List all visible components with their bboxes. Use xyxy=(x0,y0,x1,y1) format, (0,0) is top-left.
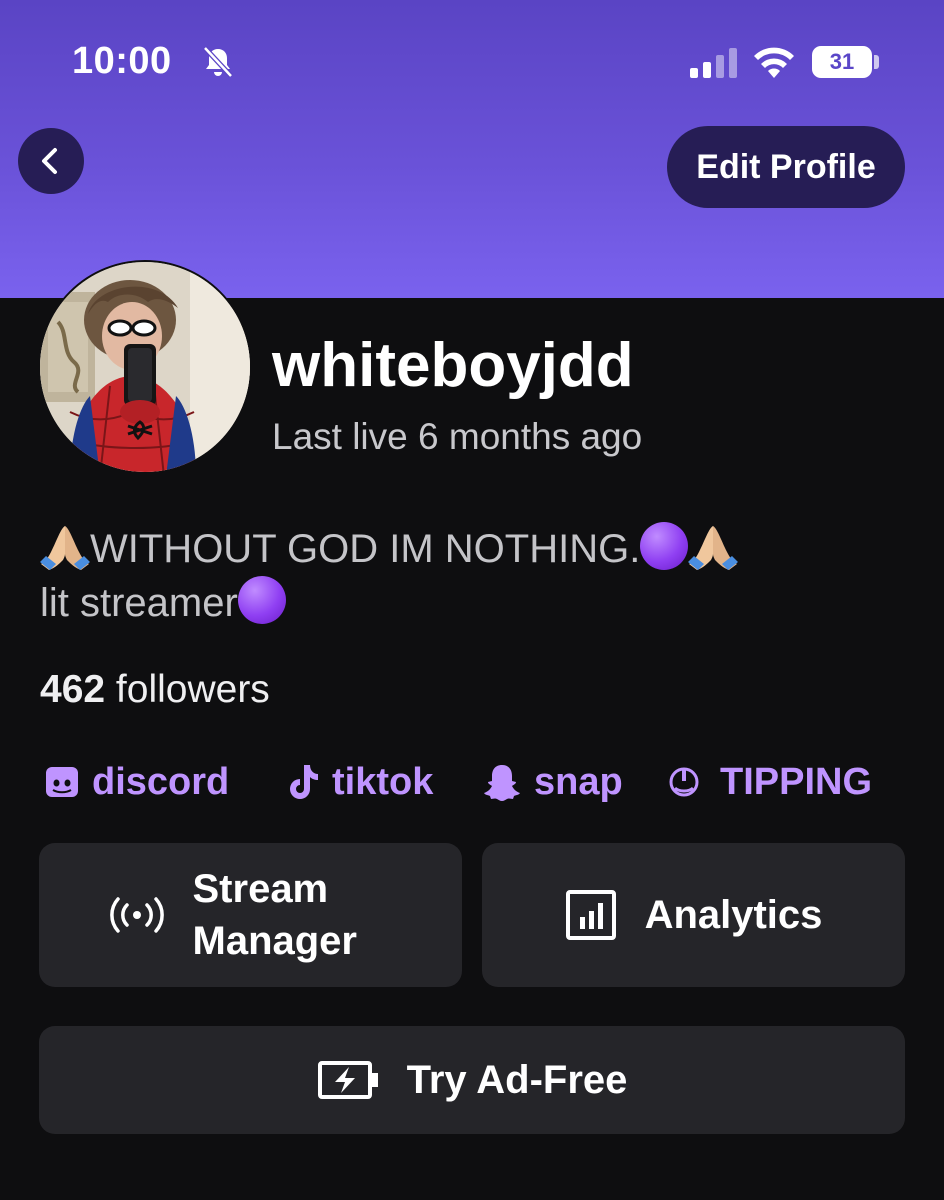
analytics-button[interactable]: Analytics xyxy=(482,843,905,987)
status-bar: 10:00 31 xyxy=(0,0,944,120)
tipping-label: TIPPING xyxy=(720,760,873,803)
followers-number: 462 xyxy=(40,668,106,711)
snapchat-icon xyxy=(484,765,520,801)
bio-line-2: lit streamer xyxy=(40,576,738,630)
cellular-signal-icon xyxy=(690,48,737,78)
followers-label: followers xyxy=(115,668,270,711)
tipping-icon xyxy=(669,767,699,797)
status-time: 10:00 xyxy=(72,40,172,82)
username: whiteboyjdd xyxy=(272,331,634,400)
avatar-photo xyxy=(40,262,250,472)
battery-icon: 31 xyxy=(812,46,872,78)
tiktok-link[interactable]: tiktok xyxy=(286,755,433,809)
tipping-link[interactable]: TIPPING xyxy=(666,755,872,809)
discord-label: discord xyxy=(92,760,230,803)
purple-circle-emoji-icon xyxy=(237,576,286,624)
folded-hands-emoji-icon xyxy=(40,526,90,570)
folded-hands-emoji-icon xyxy=(688,526,739,570)
analytics-chart-icon xyxy=(565,890,616,940)
last-live-text: Last live 6 months ago xyxy=(272,416,643,457)
stream-manager-label-line-2: Manager xyxy=(192,919,358,963)
try-ad-free-button[interactable]: Try Ad-Free xyxy=(39,1026,905,1134)
avatar[interactable] xyxy=(38,260,252,474)
try-ad-free-label: Try Ad-Free xyxy=(406,1057,628,1102)
edit-profile-button[interactable]: Edit Profile xyxy=(667,126,905,208)
discord-link[interactable]: discord xyxy=(44,755,229,809)
analytics-label: Analytics xyxy=(644,892,823,937)
bell-muted-icon xyxy=(203,46,233,78)
bio: WITHOUT GOD IM NOTHING. lit streamer xyxy=(40,522,739,630)
discord-icon xyxy=(46,767,78,797)
battery-cap xyxy=(874,55,879,69)
profile-header-banner: 10:00 31 Edit Profile xyxy=(0,0,944,298)
chevron-left-icon xyxy=(42,148,57,174)
back-button[interactable] xyxy=(18,128,84,194)
bio-text-2: lit streamer xyxy=(40,581,238,625)
broadcast-icon xyxy=(109,897,164,933)
bio-text-1: WITHOUT GOD IM NOTHING. xyxy=(90,527,641,571)
snap-link[interactable]: snap xyxy=(482,755,623,809)
followers-count[interactable]: 462 followers xyxy=(40,668,270,712)
stream-manager-label: Stream Manager xyxy=(193,863,393,967)
stream-manager-label-line-1: Stream xyxy=(192,867,329,911)
wifi-icon xyxy=(754,47,794,78)
purple-circle-emoji-icon xyxy=(640,522,689,570)
stream-manager-button[interactable]: Stream Manager xyxy=(39,843,462,987)
tiktok-label: tiktok xyxy=(332,760,434,803)
bio-line-1: WITHOUT GOD IM NOTHING. xyxy=(40,522,739,576)
battery-bolt-icon xyxy=(317,1061,378,1099)
snap-label: snap xyxy=(534,760,623,803)
tiktok-icon xyxy=(290,765,318,799)
